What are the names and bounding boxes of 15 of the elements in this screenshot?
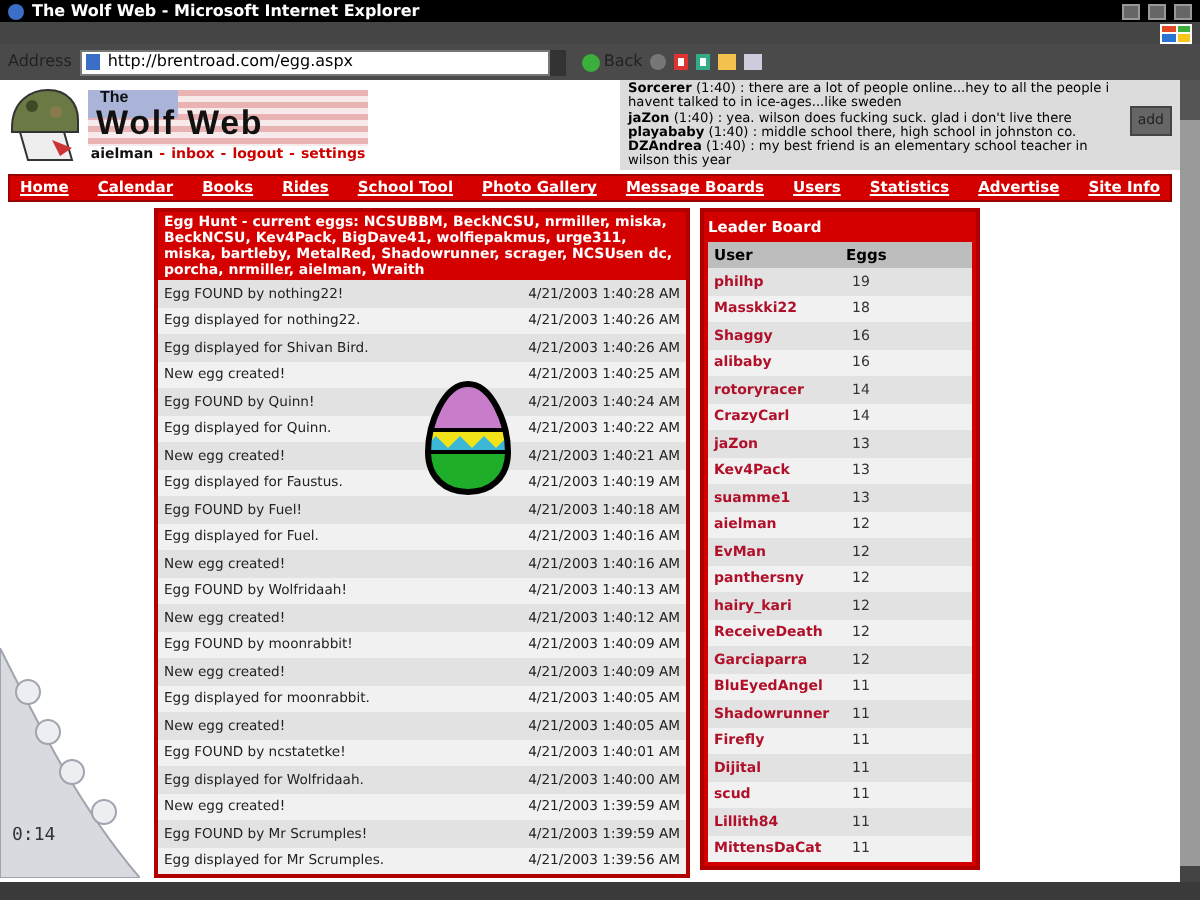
page-icon [85,54,100,70]
scroll-thumb[interactable] [1180,80,1200,120]
minimize-icon[interactable] [1122,3,1140,19]
page-icon [8,3,24,19]
window-title: The Wolf Web - Microsoft Internet Explorer [32,3,420,19]
logo-text: The [100,90,131,107]
playback-time: 0:14 [12,824,56,850]
close-icon[interactable] [1174,3,1192,19]
easter-egg-icon [424,380,512,496]
windows-logo-icon [1160,23,1192,43]
helmet-wolf-icon [8,88,80,164]
logo-title: Wolf Web [96,106,266,141]
scrollbar[interactable] [1180,80,1200,882]
maximize-icon[interactable] [1148,3,1166,19]
address-field[interactable]: http://brentroad.com/egg.aspx [79,49,550,75]
